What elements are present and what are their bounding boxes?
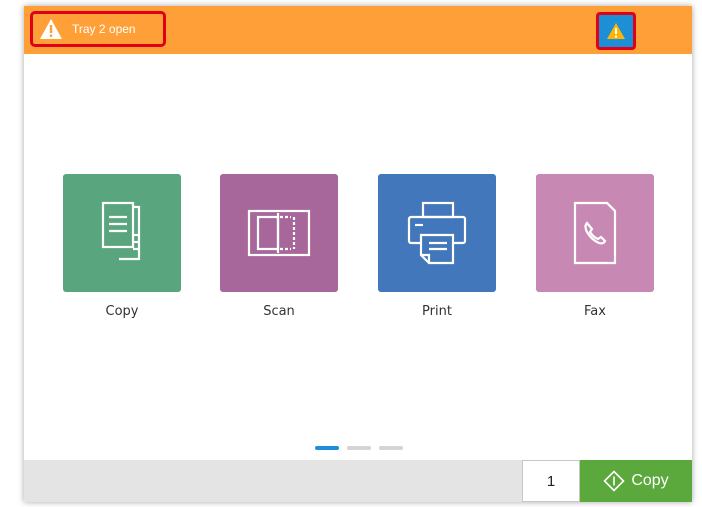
copy-icon [101,201,141,261]
printer-control-panel: Tray 2 open Copy Scan Print Fax 1 Copy [24,6,692,502]
warning-triangle-icon [607,23,625,39]
print-icon [407,201,467,265]
status-message-button[interactable]: Tray 2 open [30,11,166,47]
copy-app-tile[interactable]: Copy [63,174,181,319]
print-tile-box[interactable] [378,174,496,292]
page-dot[interactable] [347,446,371,450]
copy-tile-box[interactable] [63,174,181,292]
page-dot[interactable] [379,446,403,450]
page-dot-active[interactable] [315,446,339,450]
status-bar: Tray 2 open [24,6,692,54]
fax-tile-box[interactable] [536,174,654,292]
scan-tile-box[interactable] [220,174,338,292]
fax-app-tile[interactable]: Fax [536,174,654,319]
scan-icon [247,209,311,257]
copy-start-button[interactable]: Copy [580,460,692,502]
print-app-tile[interactable]: Print [378,174,496,319]
fax-icon [573,201,617,265]
fax-app-label: Fax [584,304,606,319]
footer-bar: 1 Copy [24,460,692,502]
app-tiles: Copy Scan Print Fax [24,174,692,334]
warning-triangle-icon [40,19,62,39]
print-app-label: Print [422,304,452,319]
scan-app-tile[interactable]: Scan [220,174,338,319]
scan-app-label: Scan [263,304,295,319]
copy-start-label: Copy [631,472,669,489]
copies-count-field[interactable]: 1 [522,460,580,502]
alert-button[interactable] [596,12,636,50]
status-message-text: Tray 2 open [72,22,136,36]
start-diamond-icon [603,470,625,492]
copy-app-label: Copy [105,304,139,319]
